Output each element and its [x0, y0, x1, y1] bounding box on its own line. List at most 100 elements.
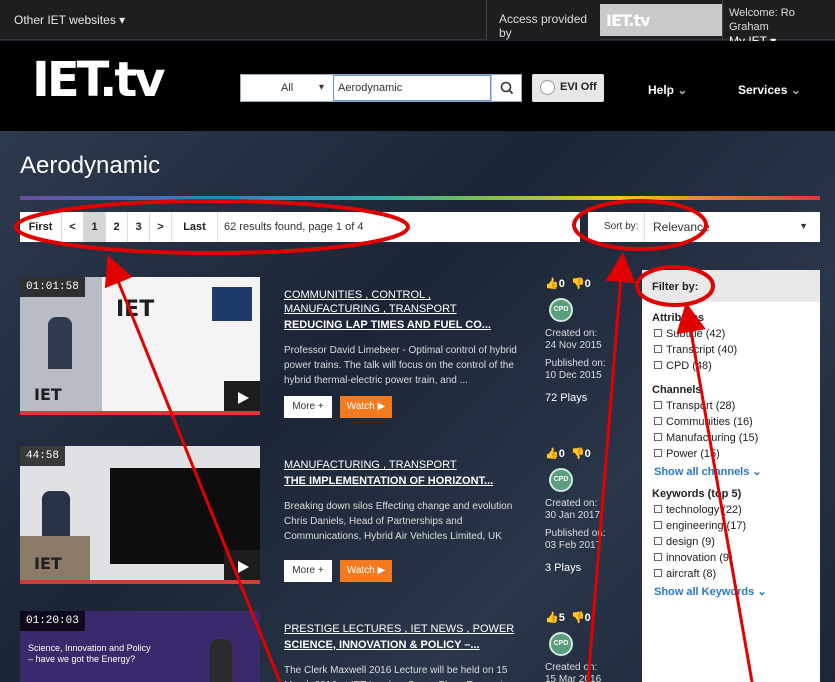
- checkbox-icon[interactable]: [654, 417, 662, 425]
- show-all-channels-link[interactable]: Show all channels ⌄: [642, 462, 820, 478]
- filter-option-label: Power (15): [666, 448, 720, 460]
- search-input[interactable]: Aerodynamic: [333, 75, 491, 101]
- checkbox-icon[interactable]: [654, 345, 662, 353]
- filter-option[interactable]: aircraft (8): [642, 566, 820, 582]
- thumbs-up-icon[interactable]: 👍: [545, 278, 559, 290]
- page-next-button[interactable]: >: [150, 212, 172, 242]
- results-summary: 62 results found, page 1 of 4: [224, 221, 364, 233]
- caret-down-icon: ▾: [319, 82, 325, 93]
- nav-help[interactable]: Help ⌄: [648, 83, 687, 97]
- created-label: Created on:: [545, 498, 598, 509]
- dislike-count: 0: [584, 448, 591, 460]
- play-button[interactable]: [224, 381, 260, 415]
- thumbnail-accent-bar: [20, 580, 260, 584]
- speaker-figure: [48, 317, 72, 369]
- thumbs-up-icon[interactable]: 👍: [545, 612, 559, 624]
- filter-panel: Filter by: Attributes Subtitle (42) Tran…: [642, 270, 820, 682]
- watch-button[interactable]: Watch ▶: [340, 396, 392, 418]
- created-date: 24 Nov 2015: [545, 340, 602, 351]
- play-button[interactable]: [224, 550, 260, 584]
- watch-button[interactable]: Watch ▶: [340, 560, 392, 582]
- filter-option[interactable]: design (9): [642, 534, 820, 550]
- search-button[interactable]: [491, 75, 521, 101]
- more-button[interactable]: More +: [284, 560, 332, 582]
- created-date: 30 Jan 2017: [545, 510, 601, 521]
- result-meta: PRESTIGE LECTURES , IET NEWS , POWER SCI…: [284, 622, 524, 682]
- result-categories[interactable]: PRESTIGE LECTURES , IET NEWS , POWER: [284, 622, 524, 636]
- page-prev-button[interactable]: <: [62, 212, 84, 242]
- pagination-bar: First < 1 2 3 > Last 62 results found, p…: [20, 212, 580, 242]
- filter-option[interactable]: Manufacturing (15): [642, 430, 820, 446]
- thumbs-down-icon[interactable]: 👎: [571, 278, 585, 290]
- result-description: Breaking down silos Effecting change and…: [284, 501, 513, 542]
- more-button[interactable]: More +: [284, 396, 332, 418]
- search-scope-select[interactable]: All ▾: [241, 75, 333, 101]
- filter-section-title: Attributes: [652, 312, 704, 324]
- sort-select[interactable]: Relevance ▼: [644, 212, 820, 242]
- page-3-button[interactable]: 3: [128, 212, 150, 242]
- filter-option[interactable]: innovation (9): [642, 550, 820, 566]
- other-sites-label: Other IET websites: [14, 13, 116, 27]
- filter-option[interactable]: CPD (48): [642, 358, 820, 374]
- thumbs-down-icon[interactable]: 👎: [571, 612, 585, 624]
- nav-services[interactable]: Services ⌄: [738, 83, 801, 97]
- result-title[interactable]: SCIENCE, INNOVATION & POLICY –...: [284, 639, 524, 651]
- filter-option[interactable]: technology (22): [642, 502, 820, 518]
- filter-option[interactable]: Communities (16): [642, 414, 820, 430]
- page-title: Aerodynamic: [20, 152, 161, 179]
- site-header: IET.tv All ▾ Aerodynamic EVI Off Help ⌄ …: [0, 41, 835, 131]
- result-stats: 👍0 👎0 CPD Created on: 30 Jan 2017 Publis…: [545, 448, 625, 574]
- filter-option[interactable]: engineering (17): [642, 518, 820, 534]
- created-label: Created on:: [545, 662, 598, 673]
- result-title[interactable]: REDUCING LAP TIMES AND FUEL CO...: [284, 319, 524, 331]
- page-first-button[interactable]: First: [20, 212, 62, 242]
- result-categories[interactable]: MANUFACTURING , TRANSPORT: [284, 458, 524, 472]
- page-2-button[interactable]: 2: [106, 212, 128, 242]
- result-title[interactable]: THE IMPLEMENTATION OF HORIZONT...: [284, 475, 524, 487]
- speaker-figure: [210, 639, 232, 682]
- access-provided-label: Access provided by: [486, 0, 600, 40]
- thumbs-up-icon[interactable]: 👍: [545, 448, 559, 460]
- checkbox-icon[interactable]: [654, 401, 662, 409]
- result-description: Professor David Limebeer - Optimal contr…: [284, 345, 517, 386]
- checkbox-icon[interactable]: [654, 553, 662, 561]
- checkbox-icon[interactable]: [654, 449, 662, 457]
- iet-tv-logo[interactable]: IET.tv: [32, 56, 166, 104]
- result-categories[interactable]: COMMUNITIES , CONTROL , MANUFACTURING , …: [284, 288, 524, 316]
- page-1-button[interactable]: 1: [84, 212, 106, 242]
- evi-label: EVI Off: [560, 81, 597, 93]
- like-count: 0: [558, 448, 565, 460]
- published-label: Published on:: [545, 528, 606, 539]
- checkbox-icon[interactable]: [654, 569, 662, 577]
- iet-logo: IET: [116, 297, 155, 322]
- show-all-keywords-link[interactable]: Show all Keywords ⌄: [642, 582, 820, 598]
- checkbox-icon[interactable]: [654, 537, 662, 545]
- dislike-count: 0: [584, 278, 591, 290]
- caret-down-icon: ▼: [799, 221, 808, 231]
- account-menu[interactable]: Welcome: Ro Graham My IET ▾: [722, 0, 835, 48]
- checkbox-icon[interactable]: [654, 521, 662, 529]
- video-thumbnail[interactable]: Science, Innovation and Policy – have we…: [20, 611, 260, 682]
- page-last-button[interactable]: Last: [172, 212, 218, 242]
- checkbox-icon[interactable]: [654, 433, 662, 441]
- thumbs-down-icon[interactable]: 👎: [571, 448, 585, 460]
- chevron-down-icon: ⌄: [677, 83, 688, 97]
- other-iet-websites-menu[interactable]: Other IET websites ▾: [14, 13, 125, 27]
- filter-option-label: technology (22): [666, 504, 742, 516]
- chevron-down-icon: ⌄: [757, 586, 767, 598]
- evi-toggle[interactable]: EVI Off: [532, 74, 604, 102]
- filter-option[interactable]: Transport (28): [642, 398, 820, 414]
- chevron-down-icon: ⌄: [752, 466, 762, 478]
- filter-option[interactable]: Transcript (40): [642, 342, 820, 358]
- checkbox-icon[interactable]: [654, 505, 662, 513]
- filter-option-label: Communities (16): [666, 416, 753, 428]
- nav-help-label: Help: [648, 83, 675, 97]
- video-thumbnail[interactable]: IET 44:58: [20, 446, 260, 584]
- video-thumbnail[interactable]: IET IET 01:01:58: [20, 277, 260, 415]
- filter-option[interactable]: Subtitle (42): [642, 326, 820, 342]
- checkbox-icon[interactable]: [654, 361, 662, 369]
- filter-option[interactable]: Power (15): [642, 446, 820, 462]
- watch-label: Watch: [346, 401, 375, 412]
- sort-value: Relevance: [653, 220, 710, 234]
- checkbox-icon[interactable]: [654, 329, 662, 337]
